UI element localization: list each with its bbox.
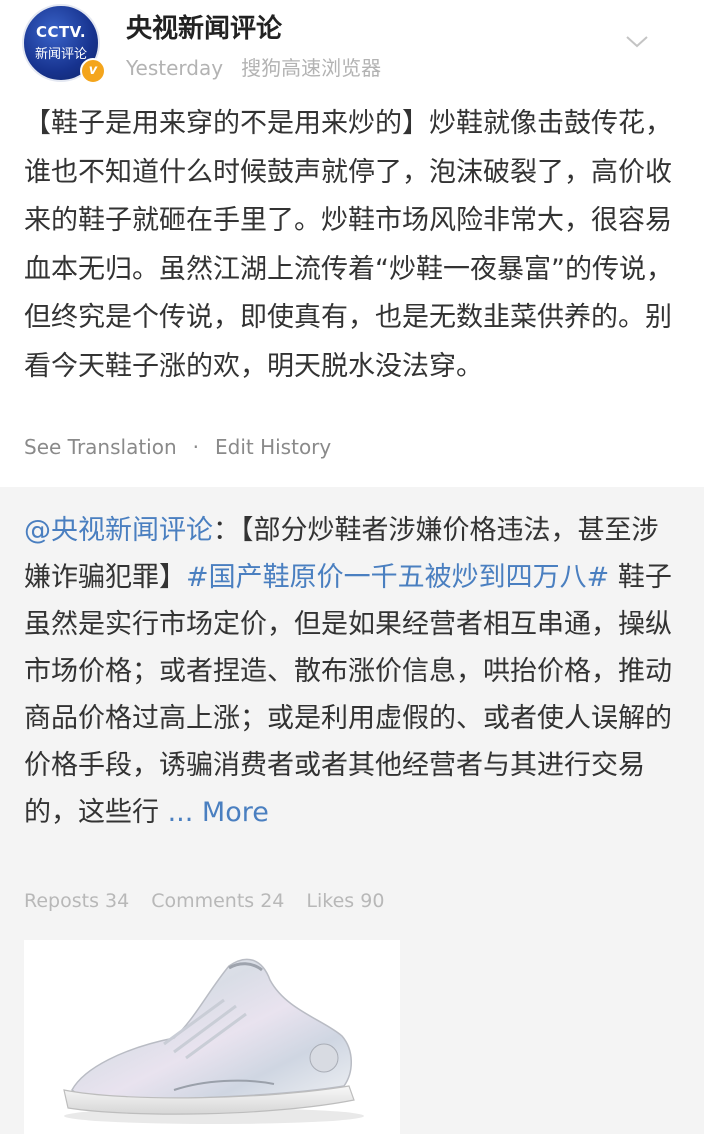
post-header: CCTV. 新闻评论 v 央视新闻评论 Yesterday 搜狗高速浏览器	[0, 0, 704, 92]
sneaker-illustration	[63, 958, 364, 1124]
reposts-count[interactable]: Reposts 34	[24, 890, 129, 912]
author-name[interactable]: 央视新闻评论	[126, 8, 282, 45]
verified-badge-icon: v	[80, 58, 106, 84]
post-time: Yesterday	[126, 56, 224, 80]
reposted-text: @央视新闻评论：【部分炒鞋者涉嫌价格违法，甚至涉嫌诈骗犯罪】#国产鞋原价一千五被…	[24, 507, 684, 836]
more-link[interactable]: ... More	[168, 797, 269, 828]
separator-dot: ·	[192, 435, 199, 459]
see-translation-link[interactable]: See Translation	[24, 435, 177, 459]
post-actions: See Translation · Edit History	[24, 435, 331, 459]
post-body: 【鞋子是用来穿的不是用来炒的】炒鞋就像击鼓传花，谁也不知道什么时候鼓声就停了，泡…	[24, 108, 673, 382]
avatar-logo-text: CCTV.	[35, 23, 87, 41]
sneaker-photo[interactable]	[24, 940, 400, 1134]
chevron-down-icon[interactable]	[624, 28, 650, 54]
mention-link[interactable]: @央视新闻评论	[24, 515, 213, 546]
post-meta: Yesterday 搜狗高速浏览器	[126, 52, 381, 81]
comments-count[interactable]: Comments 24	[151, 890, 284, 912]
likes-count[interactable]: Likes 90	[306, 890, 384, 912]
reposted-card[interactable]: @央视新闻评论：【部分炒鞋者涉嫌价格违法，甚至涉嫌诈骗犯罪】#国产鞋原价一千五被…	[0, 487, 704, 1134]
edit-history-link[interactable]: Edit History	[215, 435, 331, 459]
repost-stats: Reposts 34 Comments 24 Likes 90	[24, 890, 384, 912]
repost-body: 鞋子虽然是实行市场定价，但是如果经营者相互串通，操纵市场价格；或者捏造、散布涨价…	[24, 562, 672, 828]
hashtag-link[interactable]: #国产鞋原价一千五被炒到四万八#	[186, 562, 609, 593]
mention-colon: ：	[213, 515, 240, 546]
post-source: 搜狗高速浏览器	[241, 56, 382, 80]
